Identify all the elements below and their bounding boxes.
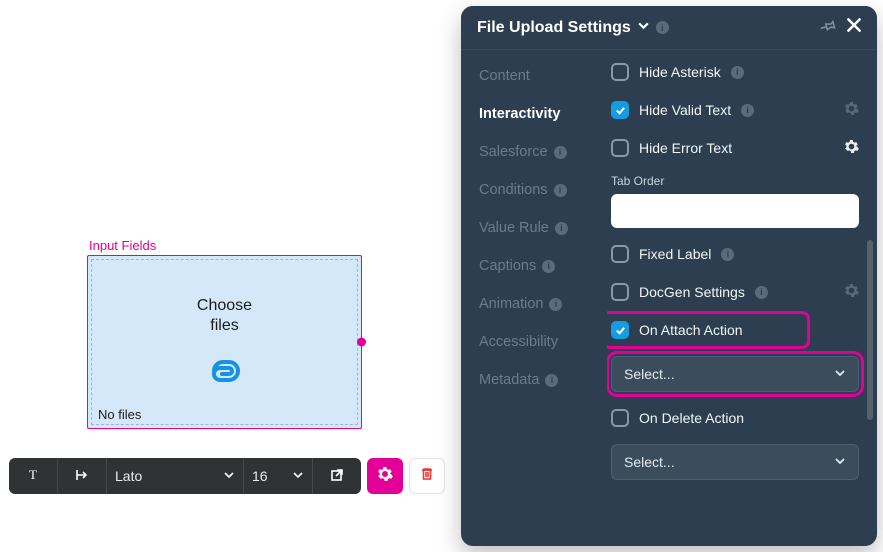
label-hide-error-text: Hide Error Text: [639, 140, 732, 156]
label-hide-valid-text: Hide Valid Text: [639, 102, 731, 118]
checkbox-fixed-label[interactable]: [611, 245, 629, 263]
info-icon[interactable]: i: [555, 222, 568, 235]
align-left-icon: [74, 467, 90, 486]
tab-order-input[interactable]: [611, 194, 859, 228]
panel-title: File Upload Settings: [477, 19, 631, 37]
open-external-button[interactable]: [313, 458, 361, 494]
open-external-icon: [329, 467, 345, 486]
info-icon[interactable]: i: [731, 66, 744, 79]
file-upload-prompt-line2: files: [197, 316, 252, 336]
chevron-down-icon: [223, 468, 235, 484]
tab-label: Conditions: [479, 182, 548, 198]
settings-button[interactable]: [367, 458, 403, 494]
label-hide-asterisk: Hide Asterisk: [639, 64, 721, 80]
tab-label: Captions: [479, 258, 536, 274]
checkbox-hide-asterisk[interactable]: [611, 63, 629, 81]
tab-captions[interactable]: Captions i: [479, 258, 607, 274]
chevron-down-icon: [292, 468, 304, 484]
on-attach-action-select[interactable]: Select...: [611, 356, 859, 392]
gear-icon[interactable]: [844, 283, 859, 301]
info-icon[interactable]: i: [554, 184, 567, 197]
info-icon[interactable]: i: [545, 374, 558, 387]
chevron-down-icon[interactable]: [637, 19, 650, 37]
text-tool-button[interactable]: T: [9, 458, 58, 494]
tab-interactivity[interactable]: Interactivity: [479, 106, 607, 122]
tab-label: Interactivity: [479, 106, 560, 122]
label-docgen-settings: DocGen Settings: [639, 284, 745, 300]
checkbox-on-attach-action[interactable]: [611, 321, 629, 339]
panel-header: File Upload Settings i: [461, 6, 877, 50]
gear-icon: [377, 466, 393, 487]
tab-content[interactable]: Content: [479, 68, 607, 84]
align-left-button[interactable]: [58, 458, 107, 494]
checkbox-on-delete-action[interactable]: [611, 409, 629, 427]
panel-scrollbar[interactable]: [867, 60, 873, 534]
info-icon[interactable]: i: [554, 146, 567, 159]
tab-salesforce[interactable]: Salesforce i: [479, 144, 607, 160]
label-on-attach-action: On Attach Action: [639, 322, 743, 338]
info-icon[interactable]: i: [656, 21, 669, 34]
tab-label: Metadata: [479, 372, 539, 388]
gear-icon[interactable]: [844, 139, 859, 157]
chevron-down-icon: [834, 454, 846, 470]
on-delete-action-select[interactable]: Select...: [611, 444, 859, 480]
info-icon[interactable]: i: [542, 260, 555, 273]
select-value: Select...: [624, 454, 675, 470]
tab-label: Content: [479, 68, 530, 84]
delete-button[interactable]: [409, 458, 445, 494]
tab-label: Salesforce: [479, 144, 548, 160]
info-icon[interactable]: i: [755, 286, 768, 299]
checkbox-docgen-settings[interactable]: [611, 283, 629, 301]
settings-panel: File Upload Settings i Content Interacti…: [461, 6, 877, 546]
info-icon[interactable]: i: [741, 104, 754, 117]
trash-icon: [419, 466, 435, 487]
tab-label: Value Rule: [479, 220, 549, 236]
selection-handle[interactable]: [357, 338, 366, 347]
panel-content: Hide Asterisk i Hide Valid Text i Hide E…: [607, 50, 877, 546]
tab-label: Accessibility: [479, 334, 558, 350]
label-on-delete-action: On Delete Action: [639, 410, 744, 426]
info-icon[interactable]: i: [721, 248, 734, 261]
svg-text:T: T: [29, 467, 37, 482]
paperclip-icon: [208, 358, 242, 389]
text-icon: T: [25, 467, 41, 486]
tab-conditions[interactable]: Conditions i: [479, 182, 607, 198]
scrollbar-thumb[interactable]: [867, 240, 873, 420]
select-value: Select...: [624, 366, 675, 382]
chevron-down-icon: [834, 366, 846, 382]
tab-value-rule[interactable]: Value Rule i: [479, 220, 607, 236]
font-family-select[interactable]: Lato: [107, 458, 244, 494]
tab-accessibility[interactable]: Accessibility: [479, 334, 607, 350]
panel-tabs: Content Interactivity Salesforce i Condit…: [461, 50, 607, 546]
font-size-value: 16: [252, 468, 268, 484]
gear-icon[interactable]: [844, 101, 859, 119]
checkbox-hide-valid-text[interactable]: [611, 101, 629, 119]
font-family-value: Lato: [115, 468, 142, 484]
label-fixed-label: Fixed Label: [639, 246, 711, 262]
file-upload-prompt-line1: Choose: [197, 296, 252, 316]
pin-icon[interactable]: [820, 17, 837, 39]
format-toolbar: T Lato 16: [9, 458, 445, 494]
info-icon[interactable]: i: [549, 298, 562, 311]
file-upload-widget[interactable]: Choose files No files: [87, 255, 362, 429]
checkbox-hide-error-text[interactable]: [611, 139, 629, 157]
tab-label: Animation: [479, 296, 543, 312]
tab-metadata[interactable]: Metadata i: [479, 372, 607, 388]
tab-animation[interactable]: Animation i: [479, 296, 607, 312]
label-tab-order: Tab Order: [611, 174, 859, 188]
font-size-select[interactable]: 16: [244, 458, 313, 494]
group-label-input-fields: Input Fields: [87, 238, 362, 253]
file-upload-no-files-label: No files: [98, 407, 141, 422]
close-icon[interactable]: [845, 16, 863, 39]
